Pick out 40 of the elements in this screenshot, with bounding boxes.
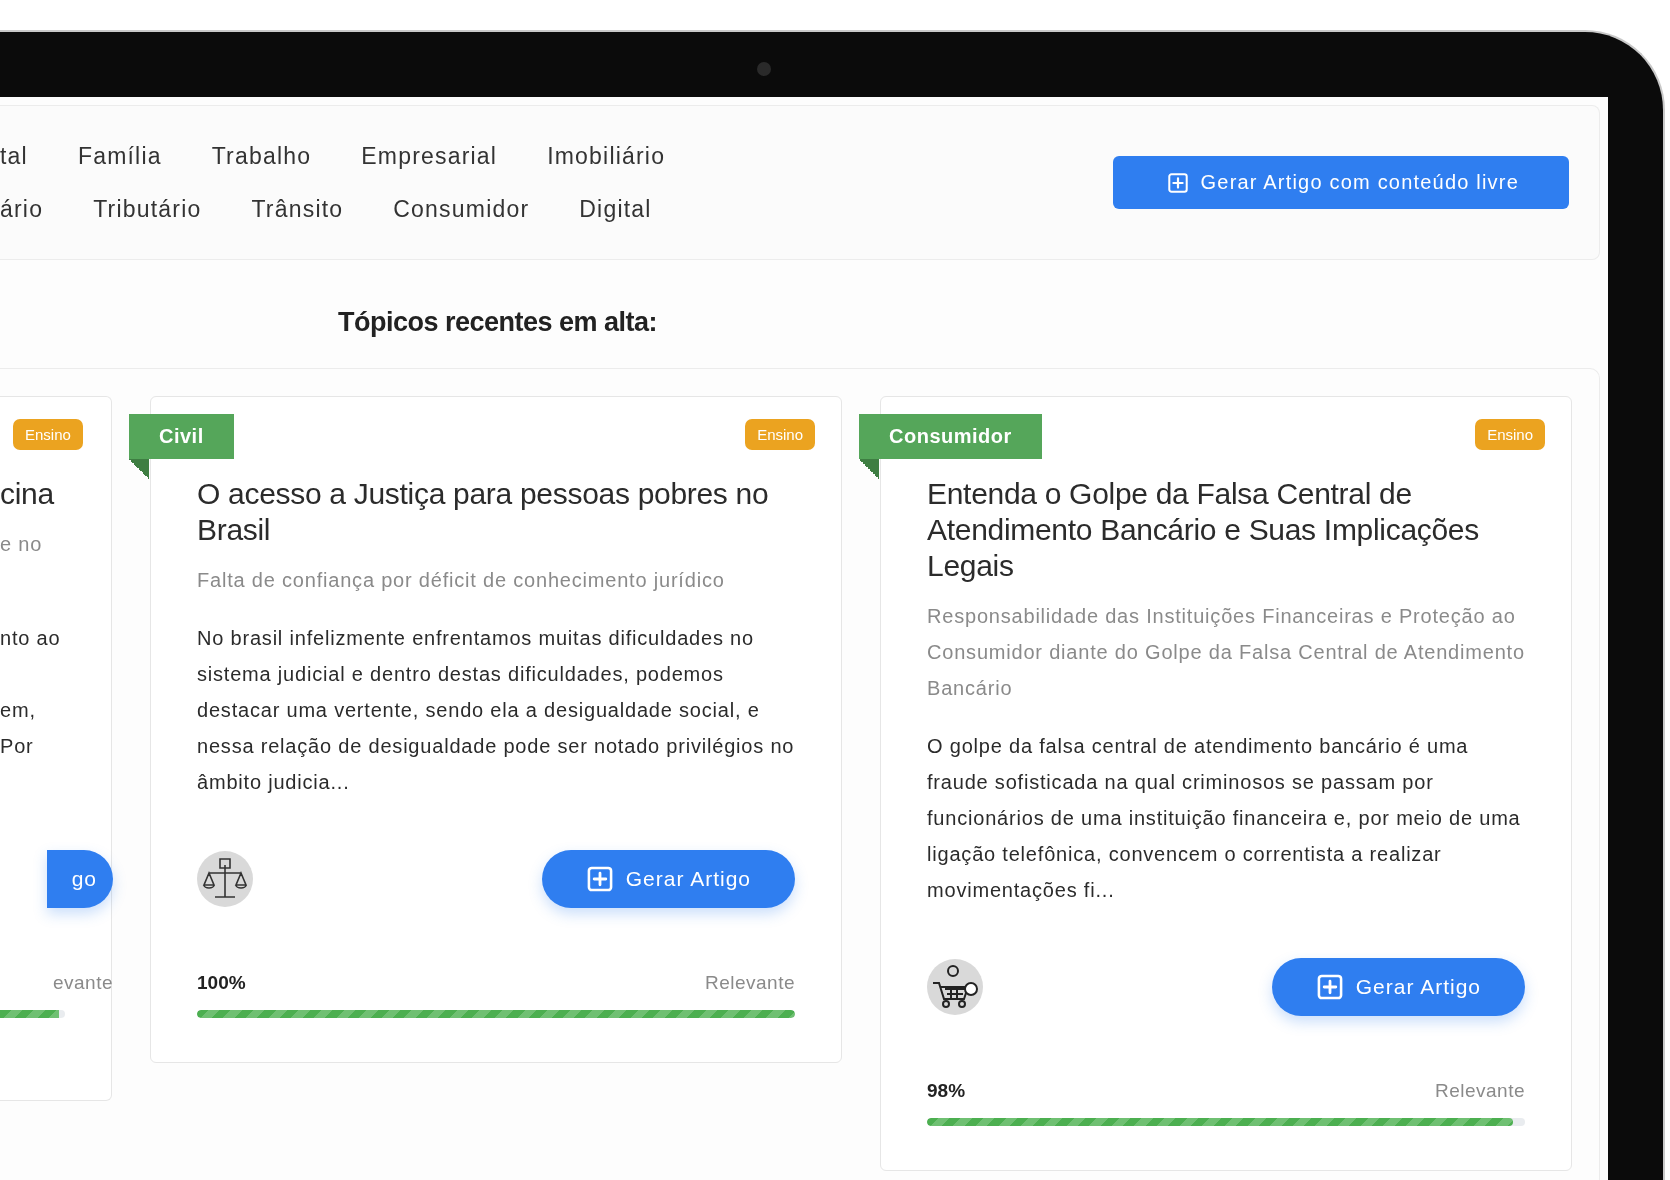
ensino-badge: Ensino xyxy=(13,419,83,450)
relevance-percent: 100% xyxy=(197,972,246,994)
category-ribbon: Consumidor xyxy=(859,414,1042,479)
generate-article-button[interactable]: go xyxy=(47,850,113,908)
relevance-label: evante xyxy=(52,972,113,994)
shopping-cart-icon xyxy=(927,959,983,1015)
card-title: O acesso a Justiça para pessoas pobres no Brasil xyxy=(197,476,770,548)
nav-link[interactable]: Consumidor xyxy=(393,195,530,223)
relevance-label: Relevante xyxy=(1434,1080,1525,1102)
nav-link[interactable]: tal xyxy=(0,142,28,170)
generate-article-button[interactable]: Gerar Artigo com conteúdo livre xyxy=(1112,156,1569,209)
add-icon xyxy=(585,865,614,893)
scales-icon xyxy=(197,851,253,907)
nav-link[interactable]: Empresarial xyxy=(361,142,498,170)
card-excerpt: nto ao em, Por xyxy=(0,626,62,759)
card-subtitle: Responsabilidade das Instituições Financeiras e Proteção ao Consumidor diante do Golpe da Falsa Central de Atendimento Bancário xyxy=(927,604,1525,701)
generate-article-button[interactable]: Gerar Artigo xyxy=(541,850,795,908)
nav-link[interactable]: ário xyxy=(0,195,44,223)
nav-link[interactable]: Tributário xyxy=(93,195,202,223)
card-subtitle: Falta de confiança por déficit de conhecimento jurídico xyxy=(197,568,726,593)
card-title: cina xyxy=(0,476,56,512)
card-subtitle: e no xyxy=(0,532,44,557)
add-icon xyxy=(1315,973,1344,1001)
generate-article-button[interactable]: Gerar Artigo xyxy=(1271,958,1525,1016)
card-title: Entenda o Golpe da Falsa Central de Atendimento Bancário e Suas Implicações Legais xyxy=(927,476,1480,584)
nav-link[interactable]: Trânsito xyxy=(251,195,344,223)
add-icon xyxy=(1166,171,1189,194)
nav-link[interactable]: Trabalho xyxy=(211,142,312,170)
nav-link[interactable]: Família xyxy=(77,142,162,170)
category-ribbon: Civil xyxy=(129,414,234,479)
card-excerpt: No brasil infelizmente enfrentamos muitas dificuldades no sistema judicial e dentro destas dificuldades, podemos destacar uma vertente, sendo ela a desigualdade social, e nessa relação de desigualdade pode ser notado privilégios no âmbito judicia... xyxy=(197,626,795,795)
ensino-badge: Ensino xyxy=(1475,419,1545,450)
nav-link[interactable]: Digital xyxy=(579,195,652,223)
relevance-percent: 98% xyxy=(927,1080,966,1102)
relevance-label: Relevante xyxy=(704,972,795,994)
section-title: Tópicos recentes em alta: xyxy=(336,307,659,338)
card-excerpt: O golpe da falsa central de atendimento bancário é uma fraude sofisticada na qual criminosos se passam por funcionários de uma instituição financeira e, por meio de uma ligação telefônica, convencem o correntista a realizar movimentações fi... xyxy=(927,734,1522,903)
ensino-badge: Ensino xyxy=(745,419,815,450)
camera-icon xyxy=(757,62,771,76)
nav-link[interactable]: Imobiliário xyxy=(547,142,666,170)
